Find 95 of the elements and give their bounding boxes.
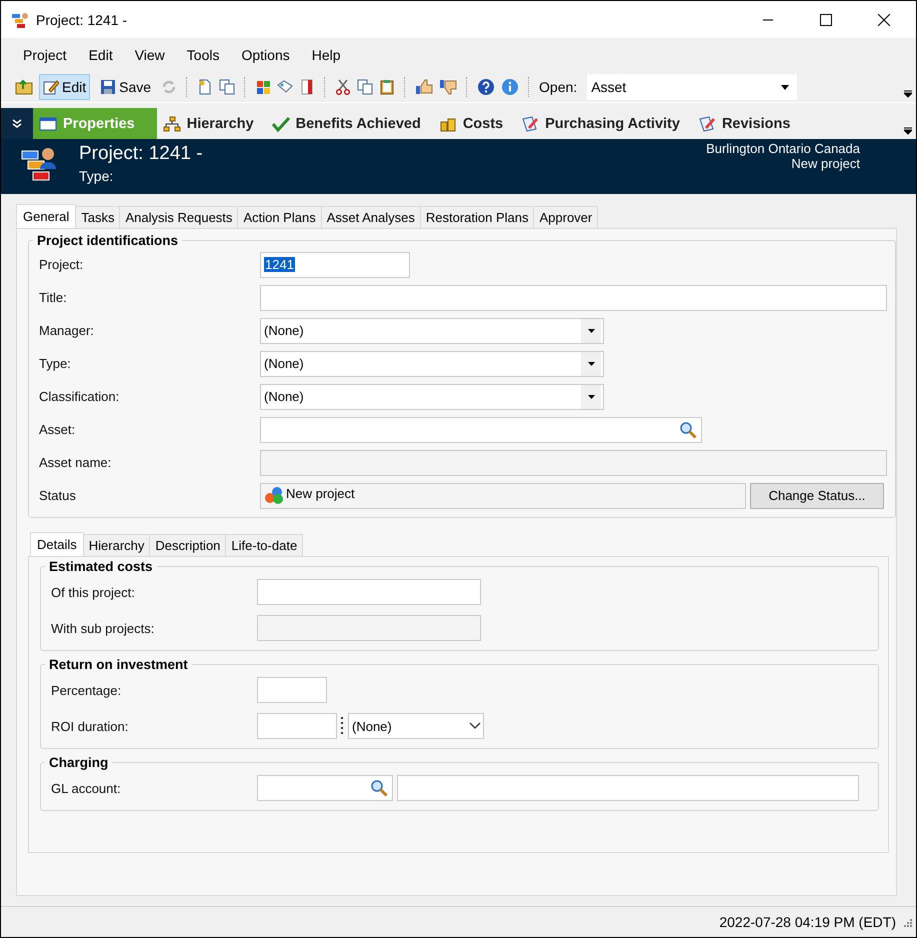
collapse-button[interactable] — [1, 108, 33, 139]
thumbs-down-icon[interactable] — [439, 79, 458, 95]
tag-icon[interactable] — [277, 79, 294, 95]
menu-item[interactable]: Help — [300, 47, 352, 63]
chevron-down-icon — [469, 722, 481, 730]
tab[interactable]: Approver — [533, 206, 598, 228]
account-field[interactable] — [257, 775, 393, 801]
amount-field[interactable] — [257, 579, 481, 605]
overflow-icon[interactable] — [904, 90, 912, 98]
unit-dropdown[interactable]: (None) — [348, 713, 484, 739]
nav-tab[interactable]: Purchasing Activity — [515, 108, 692, 139]
field-label: Classification: — [39, 389, 120, 404]
record-title: Project: 1241 - — [79, 143, 203, 165]
dropdown[interactable]: (None) — [260, 350, 604, 376]
dropdown[interactable]: (None) — [260, 384, 604, 410]
chevron-icon — [12, 118, 22, 128]
clipboard-icon[interactable] — [379, 79, 396, 95]
field-label: Asset name: — [39, 455, 112, 470]
field-label: Status — [39, 488, 77, 503]
tab[interactable]: Description — [149, 534, 226, 556]
toolbar-button[interactable]: Save — [96, 74, 156, 100]
nav-tab[interactable]: Benefits Achieved — [266, 108, 433, 139]
hierarchy-icon — [162, 116, 181, 132]
field-label: Asset: — [39, 422, 76, 437]
nav-tab[interactable]: Hierarchy — [156, 108, 266, 139]
group-title: Return on investment — [48, 657, 189, 672]
scissors-icon[interactable] — [335, 79, 352, 95]
location-text: Burlington Ontario Canada — [706, 141, 860, 156]
field-label: GL account: — [51, 780, 122, 796]
account-description-field[interactable] — [397, 775, 859, 801]
tab[interactable]: Analysis Requests — [119, 206, 238, 228]
dropdown-arrow-icon — [588, 394, 594, 398]
asset-field[interactable] — [260, 416, 702, 442]
group-title: Charging — [48, 755, 110, 770]
duration-field[interactable] — [257, 713, 337, 739]
copy-icon[interactable] — [357, 79, 374, 95]
tab[interactable]: General — [16, 204, 76, 228]
save-icon — [100, 79, 116, 95]
window-icon — [39, 116, 57, 132]
status-icon — [264, 486, 284, 504]
field-label: With sub projects: — [51, 620, 156, 636]
menu-item[interactable]: Options — [230, 47, 301, 63]
toolbar-button[interactable]: Edit — [39, 74, 90, 100]
search-icon[interactable] — [370, 779, 388, 797]
field-label: Of this project: — [51, 584, 136, 600]
open-label: Open: — [539, 79, 578, 95]
pencil-icon — [43, 79, 59, 95]
nav-tab[interactable]: Revisions — [692, 108, 802, 139]
overflow-icon[interactable] — [904, 126, 912, 134]
menu-item[interactable]: View — [124, 47, 176, 63]
tab[interactable]: Details — [30, 532, 84, 556]
type-label: Type: — [79, 168, 114, 184]
project-icon — [12, 10, 30, 28]
close-icon[interactable] — [878, 14, 890, 26]
splitter-icon[interactable] — [341, 716, 344, 736]
status-field: New project — [260, 482, 746, 508]
open-dropdown[interactable]: Asset — [587, 74, 798, 100]
field-label: Project: — [39, 257, 84, 272]
title-field[interactable] — [260, 284, 887, 310]
group-title: Estimated costs — [48, 559, 154, 574]
tab[interactable]: Hierarchy — [82, 534, 150, 556]
document-edit-icon — [521, 116, 540, 132]
help-icon[interactable] — [477, 78, 496, 96]
window-title: Project: 1241 - — [36, 12, 128, 28]
folder-icon[interactable] — [15, 79, 33, 95]
dropdown-arrow-icon — [588, 362, 594, 366]
change-status-button[interactable]: Change Status... — [750, 482, 884, 508]
search-icon[interactable] — [679, 420, 697, 438]
field-label: Title: — [39, 290, 68, 305]
tab[interactable]: Life-to-date — [225, 534, 304, 556]
checkmark-icon — [272, 116, 290, 132]
nav-tab[interactable]: Costs — [432, 108, 516, 139]
document-edit-icon — [698, 116, 716, 132]
field-label: Type: — [39, 356, 72, 371]
menu-item[interactable]: Tools — [176, 47, 230, 63]
field-label: Percentage: — [51, 682, 122, 698]
thumbs-up-icon[interactable] — [415, 79, 434, 95]
copy-icon[interactable] — [219, 79, 236, 95]
document-icon[interactable] — [197, 79, 214, 95]
resize-grip-icon[interactable] — [902, 917, 912, 927]
percentage-field[interactable] — [257, 677, 327, 703]
menu-item[interactable]: Edit — [78, 47, 124, 63]
dropdown[interactable]: (None) — [260, 318, 604, 344]
tab[interactable]: Asset Analyses — [320, 206, 421, 228]
field-label: Manager: — [39, 323, 95, 338]
group-title: Project identifications — [36, 233, 180, 248]
dropdown-arrow-icon — [781, 84, 790, 90]
menu-item[interactable]: Project — [12, 47, 78, 63]
timestamp-text: 2022-07-28 04:19 PM (EDT) — [719, 914, 896, 930]
maximize-icon[interactable] — [820, 14, 832, 26]
project-field[interactable]: 1241 — [260, 252, 410, 278]
field-label: ROI duration: — [51, 718, 130, 734]
info-icon[interactable] — [501, 78, 520, 96]
dropdown-arrow-icon — [588, 328, 594, 332]
status-text: New project — [791, 156, 860, 171]
